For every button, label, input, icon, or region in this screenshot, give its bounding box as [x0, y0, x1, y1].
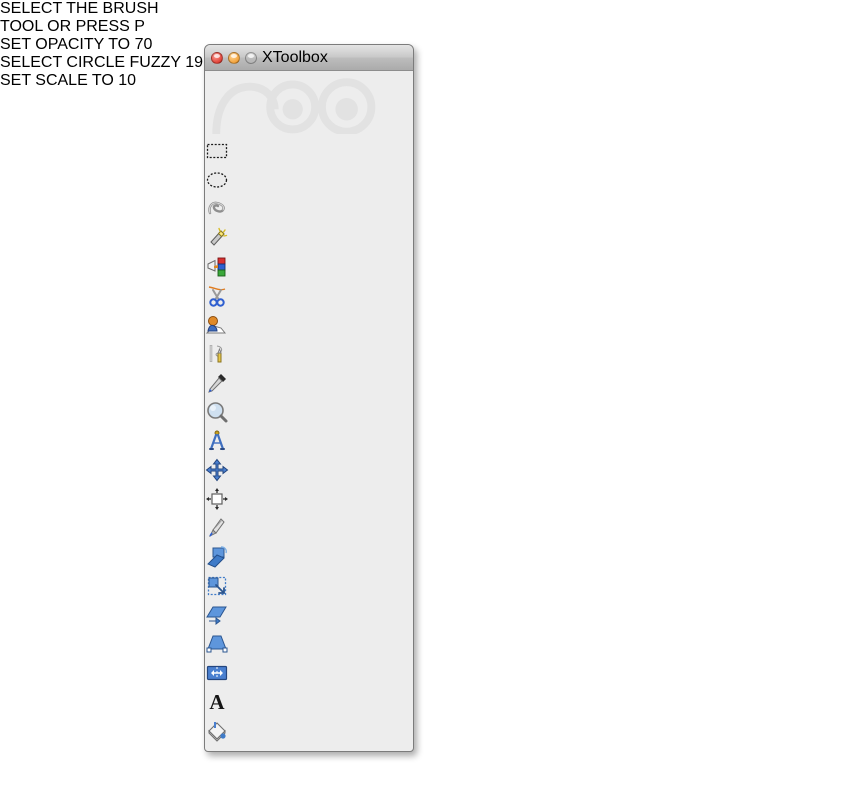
wilber-watermark: [212, 78, 376, 136]
select-by-color-tool[interactable]: [205, 255, 413, 284]
rotate-tool[interactable]: [205, 545, 413, 574]
free-select-tool[interactable]: [205, 197, 413, 226]
zoom-tool[interactable]: [205, 400, 413, 429]
tool-grid-area: A: [205, 71, 413, 751]
fuzzy-select-tool[interactable]: [205, 226, 413, 255]
shear-tool[interactable]: [205, 603, 413, 632]
foreground-select-tool[interactable]: [205, 313, 413, 342]
tool-grid: A: [205, 139, 413, 751]
annotation-select-brush-line1: SELECT THE BRUSH: [0, 0, 159, 17]
color-picker-tool[interactable]: [205, 371, 413, 400]
bucket-fill-tool[interactable]: [205, 719, 413, 748]
flip-tool[interactable]: [205, 661, 413, 690]
annotation-set-opacity-line1: SET OPACITY TO 70: [0, 36, 153, 53]
toolbox-window: X Toolbox A: [204, 44, 414, 752]
gradient-tool[interactable]: [205, 748, 413, 751]
align-tool[interactable]: [205, 487, 413, 516]
scale-tool[interactable]: [205, 574, 413, 603]
annotation-select-brush-preset: SELECT CIRCLE FUZZY 19 BRUSH: [0, 54, 860, 72]
annotation-set-scale: SET SCALE TO 10: [0, 72, 860, 90]
text-tool[interactable]: A: [205, 690, 413, 719]
window-titlebar[interactable]: X Toolbox: [205, 45, 413, 71]
annotation-set-scale-line1: SET SCALE TO 10: [0, 72, 137, 89]
window-menu-icon[interactable]: X: [262, 49, 273, 67]
rect-select-tool[interactable]: [205, 139, 413, 168]
annotation-select-brush-line2: TOOL OR PRESS P: [0, 18, 145, 35]
measure-tool[interactable]: [205, 429, 413, 458]
perspective-tool[interactable]: [205, 632, 413, 661]
close-button[interactable]: [211, 51, 223, 64]
paths-tool[interactable]: [205, 342, 413, 371]
maximize-button[interactable]: [245, 51, 257, 64]
crop-tool[interactable]: [205, 516, 413, 545]
ellipse-select-tool[interactable]: [205, 168, 413, 197]
svg-text:A: A: [209, 690, 225, 714]
window-title: Toolbox: [272, 48, 328, 66]
annotation-set-opacity: SET OPACITY TO 70: [0, 36, 860, 54]
scissors-select-tool[interactable]: [205, 284, 413, 313]
move-tool[interactable]: [205, 458, 413, 487]
minimize-button[interactable]: [228, 51, 240, 64]
annotation-select-brush: SELECT THE BRUSH TOOL OR PRESS P: [0, 0, 860, 36]
